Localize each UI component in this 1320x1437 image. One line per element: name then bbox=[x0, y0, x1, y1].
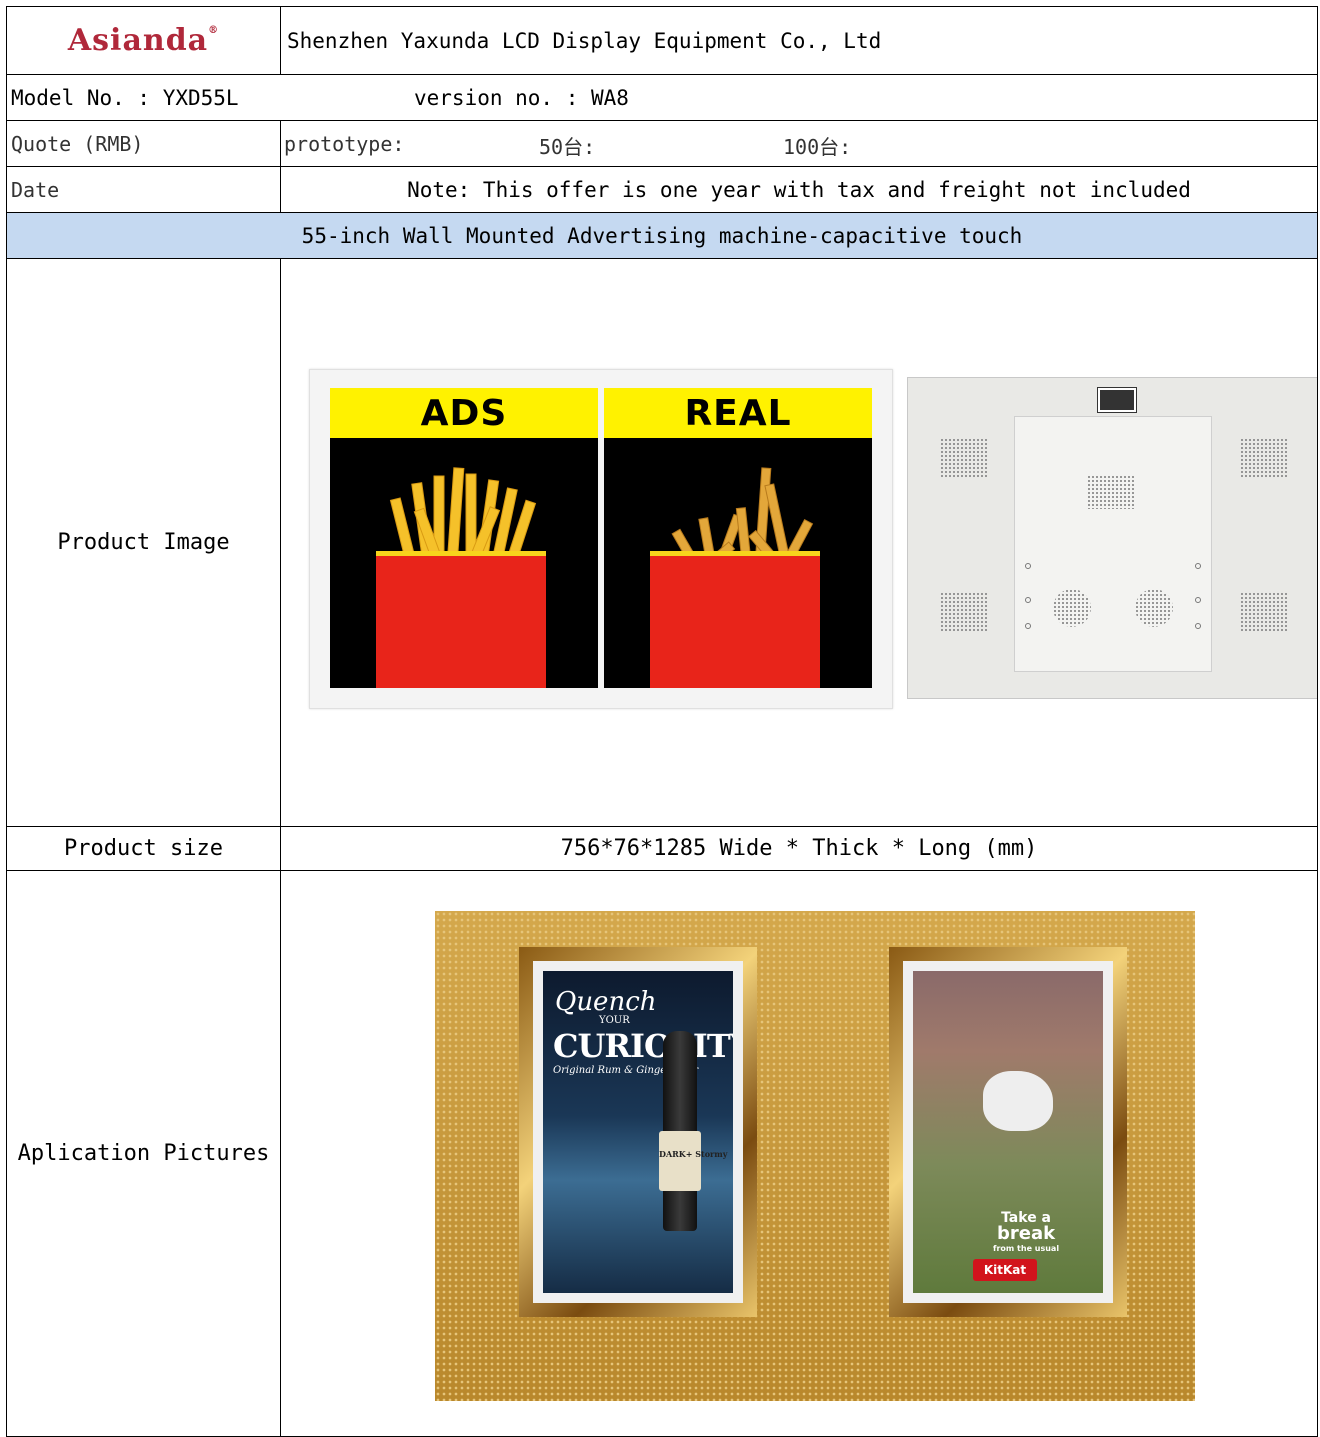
qty50-label: 50台: bbox=[539, 135, 596, 159]
product-size-label: Product size bbox=[6, 826, 281, 871]
logo-text: Asianda bbox=[67, 23, 209, 58]
version-number: version no. : WA8 bbox=[414, 85, 629, 110]
product-size-value: 756*76*1285 Wide * Thick * Long (mm) bbox=[280, 826, 1318, 871]
speaker-grille bbox=[940, 438, 988, 478]
company-name: Shenzhen Yaxunda LCD Display Equipment C… bbox=[280, 6, 1318, 75]
vesa-back-plate bbox=[1014, 416, 1212, 672]
display-back-image bbox=[907, 377, 1317, 699]
application-row: Aplication Pictures Quench YOUR CURIOSIT… bbox=[6, 870, 1318, 1437]
ad1-headline: Quench bbox=[555, 987, 657, 1017]
product-size-row: Product size 756*76*1285 Wide * Thick * … bbox=[6, 826, 1318, 871]
application-photo: Quench YOUR CURIOSITY Original Rum & Gin… bbox=[435, 911, 1195, 1401]
round-speaker bbox=[1135, 589, 1173, 627]
qty100-label: 100台: bbox=[783, 135, 852, 159]
bottle-label: DARK+ Stormy bbox=[659, 1131, 727, 1191]
mount-hole bbox=[1195, 623, 1201, 629]
application-image-cell: Quench YOUR CURIOSITY Original Rum & Gin… bbox=[280, 870, 1318, 1437]
ad1-your: YOUR bbox=[599, 1015, 630, 1026]
mount-hole bbox=[1195, 597, 1201, 603]
ad2-break: break bbox=[996, 1223, 1056, 1244]
fries-cup-real bbox=[650, 551, 820, 688]
display-frame-left: Quench YOUR CURIOSITY Original Rum & Gin… bbox=[519, 947, 757, 1317]
quote-row: Quote (RMB) prototype: 50台: 100台: bbox=[6, 120, 1318, 167]
mount-hole bbox=[1025, 563, 1031, 569]
speaker-grille bbox=[1240, 438, 1288, 478]
model-row: Model No. : YXD55L version no. : WA8 bbox=[6, 74, 1318, 121]
vent-grille bbox=[1087, 475, 1135, 509]
mount-hole bbox=[1025, 597, 1031, 603]
application-label: Aplication Pictures bbox=[6, 870, 281, 1437]
offer-note: Note: This offer is one year with tax an… bbox=[280, 166, 1318, 213]
fries-cup bbox=[376, 551, 546, 688]
kitkat-advert: Take a break from the usual KitKat bbox=[913, 971, 1103, 1293]
brand-logo: Asianda® bbox=[6, 6, 281, 75]
ads-panel: ADS bbox=[330, 388, 598, 688]
date-row: Date Note: This offer is one year with t… bbox=[6, 166, 1318, 213]
header-row: Asianda® Shenzhen Yaxunda LCD Display Eq… bbox=[6, 6, 1318, 75]
quote-sheet: Asianda® Shenzhen Yaxunda LCD Display Eq… bbox=[6, 6, 1318, 1437]
cow-illustration bbox=[983, 1071, 1053, 1131]
ad2-usual: from the usual bbox=[993, 1244, 1060, 1253]
ad1-curiosity: CURIOSITY bbox=[553, 1027, 733, 1065]
model-number: Model No. : YXD55L bbox=[11, 85, 239, 110]
model-cell: Model No. : YXD55L version no. : WA8 bbox=[6, 74, 1318, 121]
mount-hole bbox=[1195, 563, 1201, 569]
rating-label bbox=[1097, 387, 1137, 413]
display-screen-right: Take a break from the usual KitKat bbox=[903, 961, 1113, 1303]
product-image-label: Product Image bbox=[6, 258, 281, 827]
display-front-image: ADS REAL bbox=[309, 369, 893, 709]
display-screen-left: Quench YOUR CURIOSITY Original Rum & Gin… bbox=[533, 961, 743, 1303]
bottle-image: DARK+ Stormy bbox=[659, 1031, 727, 1231]
real-panel: REAL bbox=[604, 388, 872, 688]
title-banner-row: 55-inch Wall Mounted Advertising machine… bbox=[6, 212, 1318, 259]
mount-hole bbox=[1025, 623, 1031, 629]
ad2-text: Take a break from the usual bbox=[993, 1211, 1059, 1256]
display-frame-right: Take a break from the usual KitKat bbox=[889, 947, 1127, 1317]
quote-values: prototype: 50台: 100台: bbox=[280, 120, 1318, 167]
date-label: Date bbox=[6, 166, 281, 213]
speaker-grille bbox=[940, 592, 988, 632]
product-image-cell: ADS REAL bbox=[280, 258, 1318, 827]
speaker-grille bbox=[1240, 592, 1288, 632]
product-title: 55-inch Wall Mounted Advertising machine… bbox=[6, 212, 1318, 259]
quote-label: Quote (RMB) bbox=[6, 120, 281, 167]
registered-mark: ® bbox=[208, 25, 220, 36]
product-image-row: Product Image ADS REAL bbox=[6, 258, 1318, 827]
spec-table: Asianda® Shenzhen Yaxunda LCD Display Eq… bbox=[6, 6, 1318, 1437]
kitkat-bar: KitKat bbox=[973, 1259, 1037, 1281]
round-speaker bbox=[1053, 589, 1091, 627]
rum-advert: Quench YOUR CURIOSITY Original Rum & Gin… bbox=[543, 971, 733, 1293]
prototype-label: prototype: bbox=[284, 131, 405, 156]
